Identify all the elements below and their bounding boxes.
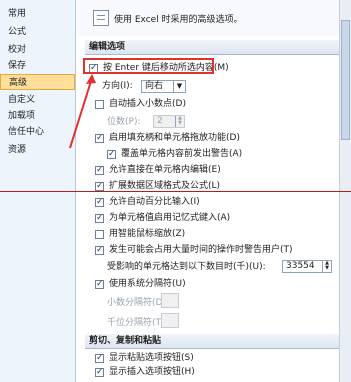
annotation-arrowhead-icon: [86, 74, 96, 84]
annotation-red-line: [0, 191, 351, 192]
annotation-arrow-line: [69, 77, 93, 149]
